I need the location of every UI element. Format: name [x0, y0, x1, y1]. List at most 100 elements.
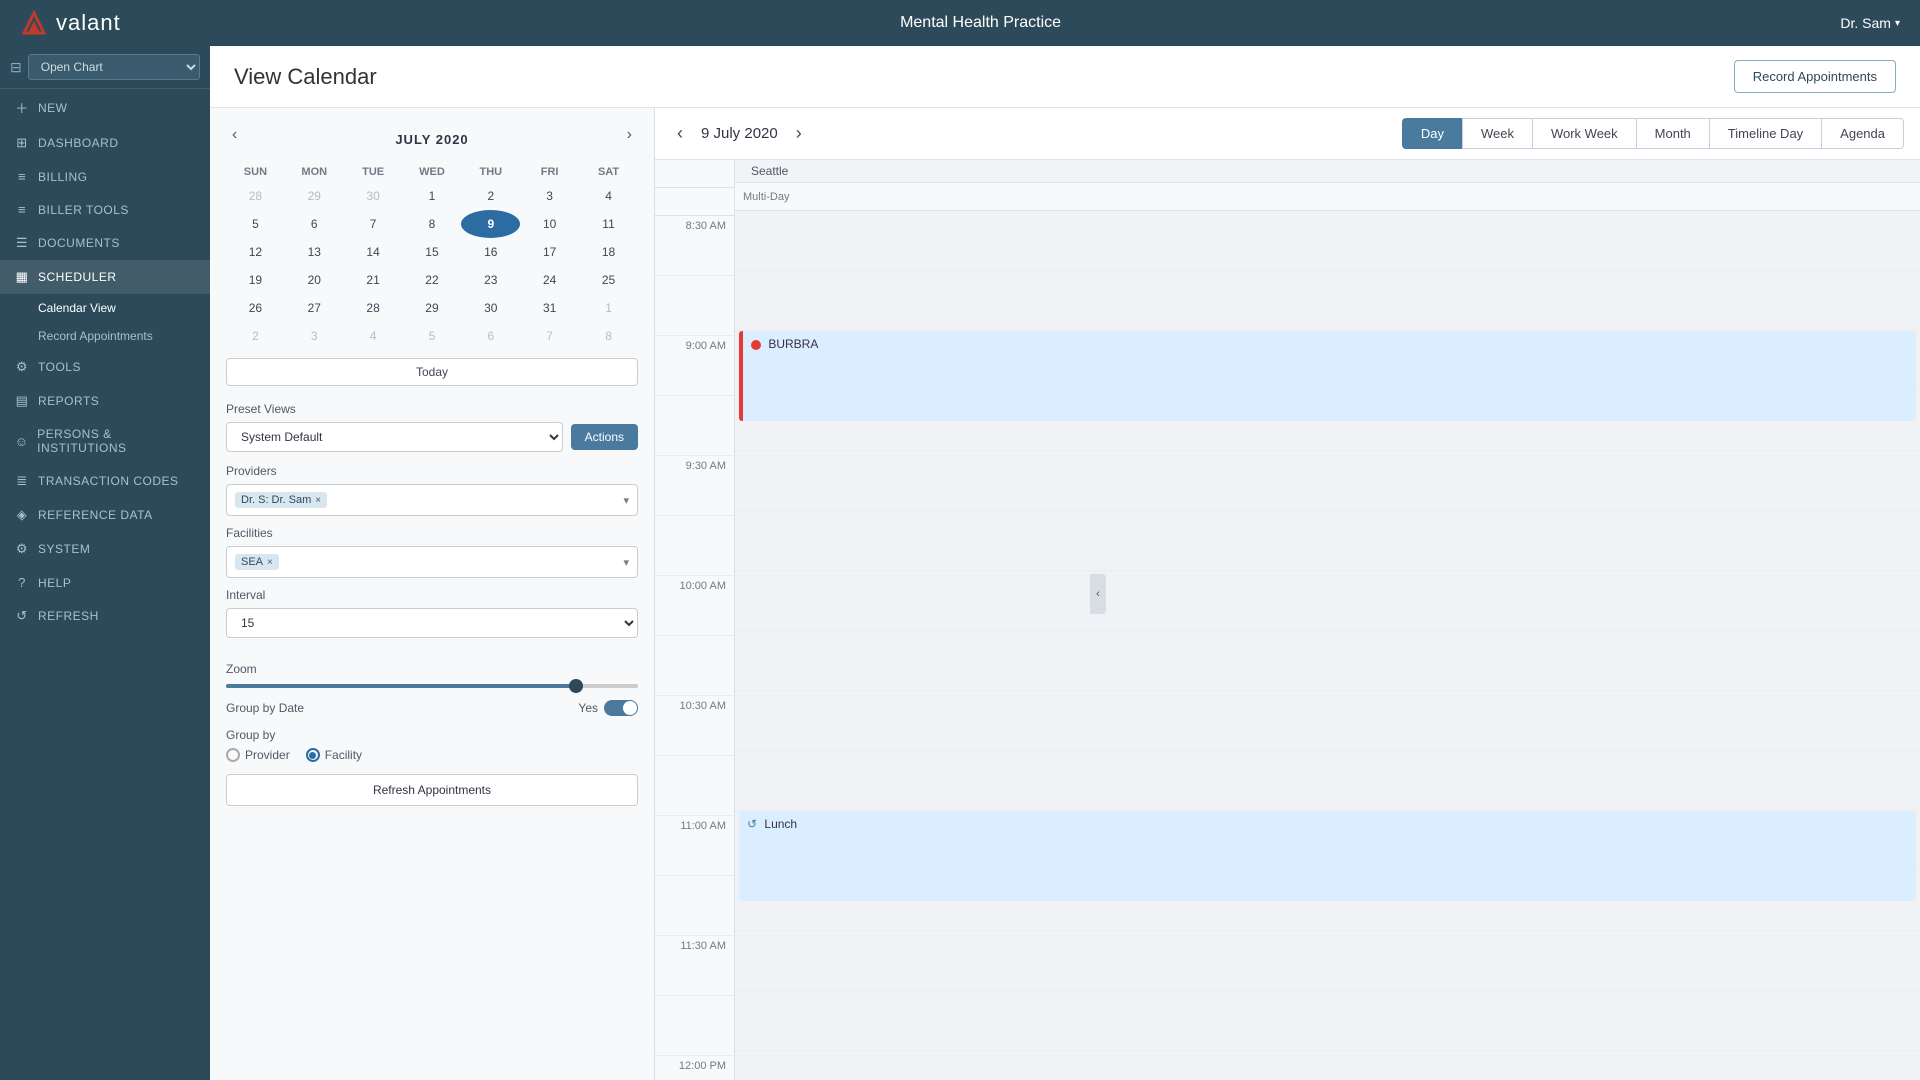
mini-cal-day-3-current[interactable]: 3 [520, 182, 579, 210]
mini-cal-day-6-current[interactable]: 6 [285, 210, 344, 238]
mini-cal-day-28-current[interactable]: 28 [344, 294, 403, 322]
cal-tab-agenda[interactable]: Agenda [1821, 118, 1904, 149]
interval-select[interactable]: 15 30 60 [226, 608, 638, 638]
open-chart-select[interactable]: Open Chart [28, 54, 200, 80]
facilities-input[interactable]: SEA × ▾ [226, 546, 638, 578]
mini-cal-next-btn[interactable]: › [621, 124, 638, 146]
cal-tab-month[interactable]: Month [1636, 118, 1709, 149]
mini-cal-prev-btn[interactable]: ‹ [226, 124, 243, 146]
mini-cal-day-19-current[interactable]: 19 [226, 266, 285, 294]
actions-button[interactable]: Actions [571, 424, 638, 450]
sidebar-item-new[interactable]: ＋ NEW [0, 89, 210, 126]
appt-lunch[interactable]: ↺ Lunch [739, 811, 1916, 901]
slot-1000[interactable] [735, 571, 1920, 631]
mini-cal-day-24-current[interactable]: 24 [520, 266, 579, 294]
cal-prev-btn[interactable]: ‹ [671, 121, 689, 146]
mini-cal-day-2-next-month[interactable]: 2 [226, 322, 285, 350]
cal-grid-area[interactable]: Seattle Multi-Day [735, 160, 1920, 1080]
sidebar-sub-record-appointments[interactable]: Record Appointments [0, 322, 210, 350]
mini-cal-day-10-current[interactable]: 10 [520, 210, 579, 238]
mini-cal-day-7-next-month[interactable]: 7 [520, 322, 579, 350]
sidebar-item-documents[interactable]: ☰ DOCUMENTS [0, 226, 210, 260]
mini-cal-day-25-current[interactable]: 25 [579, 266, 638, 294]
sidebar-item-dashboard[interactable]: ⊞ DASHBOARD [0, 126, 210, 160]
cal-tab-week[interactable]: Week [1462, 118, 1532, 149]
slot-1100[interactable]: ↺ Lunch [735, 811, 1920, 871]
mini-cal-day-5-current[interactable]: 5 [226, 210, 285, 238]
provider-tag-remove[interactable]: × [315, 495, 321, 506]
cal-tab-day[interactable]: Day [1402, 118, 1462, 149]
slot-845[interactable] [735, 271, 1920, 331]
sidebar-item-billing[interactable]: ≡ BILLING [0, 160, 210, 193]
collapse-panel-btn[interactable]: ‹ [1090, 574, 1106, 614]
mini-cal-day-3-next-month[interactable]: 3 [285, 322, 344, 350]
group-by-date-toggle[interactable]: Yes [578, 700, 638, 716]
mini-cal-day-13-current[interactable]: 13 [285, 238, 344, 266]
sidebar-item-reports[interactable]: ▤ REPORTS [0, 384, 210, 418]
mini-cal-day-4-next-month[interactable]: 4 [344, 322, 403, 350]
mini-cal-day-5-next-month[interactable]: 5 [403, 322, 462, 350]
slot-830[interactable] [735, 211, 1920, 271]
mini-cal-day-2-current[interactable]: 2 [461, 182, 520, 210]
slot-945[interactable] [735, 511, 1920, 571]
mini-cal-day-18-current[interactable]: 18 [579, 238, 638, 266]
mini-cal-day-22-current[interactable]: 22 [403, 266, 462, 294]
slot-930[interactable] [735, 451, 1920, 511]
radio-provider[interactable]: Provider [226, 748, 290, 762]
mini-cal-day-15-current[interactable]: 15 [403, 238, 462, 266]
mini-cal-day-1-next-month[interactable]: 1 [579, 294, 638, 322]
mini-cal-day-26-current[interactable]: 26 [226, 294, 285, 322]
mini-cal-day-23-current[interactable]: 23 [461, 266, 520, 294]
mini-cal-day-27-current[interactable]: 27 [285, 294, 344, 322]
mini-cal-day-1-current[interactable]: 1 [403, 182, 462, 210]
toggle-track[interactable] [604, 700, 638, 716]
mini-cal-day-28-prev-month[interactable]: 28 [226, 182, 285, 210]
sidebar-item-transaction-codes[interactable]: ≣ TRANSACTION CODES [0, 464, 210, 498]
mini-cal-day-20-current[interactable]: 20 [285, 266, 344, 294]
sidebar-item-reference-data[interactable]: ◈ REFERENCE DATA [0, 498, 210, 532]
sidebar-item-tools[interactable]: ⚙ TOOLS [0, 350, 210, 384]
providers-input[interactable]: Dr. S: Dr. Sam × ▾ [226, 484, 638, 516]
refresh-appointments-button[interactable]: Refresh Appointments [226, 774, 638, 806]
mini-cal-day-16-current[interactable]: 16 [461, 238, 520, 266]
sidebar-sub-calendar-view[interactable]: Calendar View [0, 294, 210, 322]
mini-cal-day-30-prev-month[interactable]: 30 [344, 182, 403, 210]
facility-tag-remove[interactable]: × [267, 557, 273, 568]
slot-1045[interactable] [735, 751, 1920, 811]
appt-burbra[interactable]: BURBRA [739, 331, 1916, 421]
mini-cal-day-21-current[interactable]: 21 [344, 266, 403, 294]
slot-1015[interactable] [735, 631, 1920, 691]
record-appointments-button[interactable]: Record Appointments [1734, 60, 1896, 93]
cal-next-btn[interactable]: › [790, 121, 808, 146]
mini-cal-day-4-current[interactable]: 4 [579, 182, 638, 210]
mini-cal-day-29-current[interactable]: 29 [403, 294, 462, 322]
slot-1030[interactable] [735, 691, 1920, 751]
sidebar-item-scheduler[interactable]: ▦ SCHEDULER [0, 260, 210, 294]
cal-tab-timeline-day[interactable]: Timeline Day [1709, 118, 1821, 149]
sidebar-item-refresh[interactable]: ↺ REFRESH [0, 599, 210, 633]
mini-cal-day-17-current[interactable]: 17 [520, 238, 579, 266]
mini-cal-day-31-current[interactable]: 31 [520, 294, 579, 322]
mini-cal-day-11-current[interactable]: 11 [579, 210, 638, 238]
user-menu[interactable]: Dr. Sam ▾ [1840, 15, 1900, 31]
slot-1130[interactable] [735, 931, 1920, 991]
slot-900[interactable]: BURBRA [735, 331, 1920, 391]
slot-1200[interactable] [735, 1051, 1920, 1080]
mini-cal-day-8-current[interactable]: 8 [403, 210, 462, 238]
mini-cal-day-8-next-month[interactable]: 8 [579, 322, 638, 350]
mini-cal-day-29-prev-month[interactable]: 29 [285, 182, 344, 210]
radio-facility[interactable]: Facility [306, 748, 362, 762]
sidebar-item-persons[interactable]: ☺ PERSONS & INSTITUTIONS [0, 418, 210, 464]
mini-cal-day-12-current[interactable]: 12 [226, 238, 285, 266]
zoom-thumb[interactable] [569, 679, 583, 693]
mini-cal-day-7-current[interactable]: 7 [344, 210, 403, 238]
preset-views-select[interactable]: System Default [226, 422, 563, 452]
sidebar-item-system[interactable]: ⚙ SYSTEM [0, 532, 210, 566]
mini-cal-day-6-next-month[interactable]: 6 [461, 322, 520, 350]
cal-tab-work-week[interactable]: Work Week [1532, 118, 1636, 149]
slot-1145[interactable] [735, 991, 1920, 1051]
mini-cal-day-14-current[interactable]: 14 [344, 238, 403, 266]
today-button[interactable]: Today [226, 358, 638, 386]
sidebar-item-biller-tools[interactable]: ≡ BILLER TOOLS [0, 193, 210, 226]
mini-cal-day-30-current[interactable]: 30 [461, 294, 520, 322]
